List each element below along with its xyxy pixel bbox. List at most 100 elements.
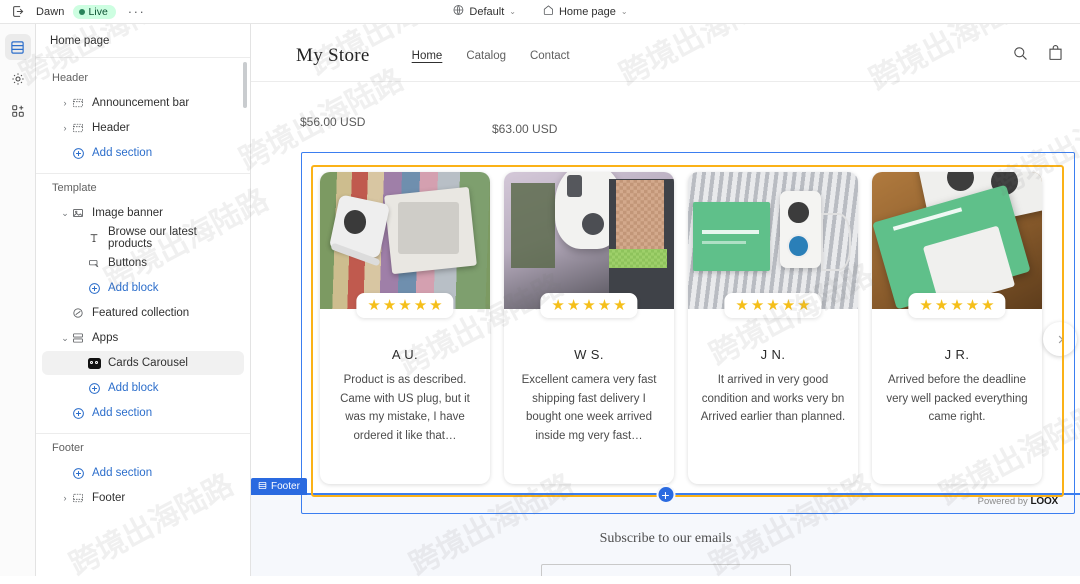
- review-author: J R.: [944, 347, 970, 362]
- sidebar-item-add-section[interactable]: Add section: [42, 141, 244, 165]
- nav-link-home[interactable]: Home: [412, 50, 443, 62]
- chevron-down-icon[interactable]: ⌄: [58, 333, 72, 344]
- plus-circle-icon: [88, 282, 108, 295]
- star-icon: ★: [398, 297, 412, 314]
- sidebar-item-label: Add block: [108, 282, 159, 294]
- review-card[interactable]: ★ ★ ★ ★ ★ A U. Product is as described. Came w…: [320, 172, 490, 484]
- chevron-right-icon[interactable]: ›: [58, 493, 72, 503]
- powered-by-loox: Powered by LOOX: [978, 496, 1059, 507]
- star-icon: ★: [950, 297, 964, 314]
- footer-section[interactable]: Footer + Subscribe to our emails Email: [251, 478, 1080, 576]
- storefront-header: My Store Home Catalog Contact: [251, 30, 1080, 82]
- chevron-down-icon: ⌄: [509, 7, 516, 16]
- product-price-strip: $56.00 USD $63.00 USD: [251, 84, 1080, 136]
- sidebar-item-label: Add section: [92, 407, 153, 419]
- carousel-next-button[interactable]: [1043, 322, 1077, 356]
- sidebar-item-label: Add section: [92, 147, 153, 159]
- sidebar-item-buttons[interactable]: Buttons: [42, 251, 244, 275]
- star-icon: ★: [551, 297, 565, 314]
- footer-badge-label: Footer: [271, 481, 300, 492]
- topbar-center-group: Default ⌄ Home page ⌄: [452, 4, 628, 19]
- topbar-left-group: Dawn Live ···: [0, 2, 149, 22]
- sidebar-item-label: Header: [92, 122, 130, 134]
- star-icon: ★: [613, 297, 627, 314]
- product-price: $56.00 USD: [300, 115, 366, 129]
- sidebar-item-footer[interactable]: › Footer: [42, 486, 244, 510]
- sidebar-group-title: Header: [52, 72, 89, 84]
- exit-icon[interactable]: [8, 2, 28, 22]
- review-rating: ★ ★ ★ ★ ★: [356, 293, 454, 318]
- locale-label: Default: [469, 5, 505, 18]
- footer-section-badge[interactable]: Footer: [251, 478, 307, 495]
- section-icon: [72, 122, 92, 134]
- sidebar-item-header[interactable]: › Header: [42, 116, 244, 140]
- locale-selector[interactable]: Default ⌄: [452, 4, 516, 19]
- button-icon: [88, 257, 108, 269]
- rail-sections-button[interactable]: [4, 34, 31, 60]
- review-card[interactable]: ★ ★ ★ ★ ★ W S. Excellent camera very fast ship…: [504, 172, 674, 484]
- nav-link-catalog[interactable]: Catalog: [466, 50, 506, 62]
- review-text: Arrived before the deadline very well pa…: [886, 374, 1028, 424]
- more-options-button[interactable]: ···: [124, 5, 150, 18]
- review-photo: [688, 172, 858, 309]
- review-text: Product is as described. Came with US pl…: [340, 374, 470, 442]
- star-icon: ★: [413, 297, 428, 314]
- sidebar-item-browse-our-latest-products[interactable]: Browse our latest products: [42, 226, 244, 250]
- live-dot-icon: [78, 8, 85, 15]
- plus-circle-icon: [72, 407, 92, 420]
- review-body: J R. Arrived before the deadline very wel…: [872, 309, 1042, 484]
- star-icon: ★: [367, 297, 381, 314]
- sidebar-item-cards-carousel[interactable]: Cards Carousel: [42, 351, 244, 375]
- sidebar-item-add-block[interactable]: Add block: [42, 376, 244, 400]
- cards-carousel: ★ ★ ★ ★ ★ A U. Product is as described. Came w…: [320, 172, 1077, 490]
- scroll-up-arrow-icon[interactable]: ▲: [241, 58, 249, 59]
- sidebar-scroll-area[interactable]: Header › Announcement bar › Header Add sectio…: [36, 58, 250, 576]
- chevron-right-icon[interactable]: ›: [58, 98, 72, 108]
- email-field[interactable]: Email: [540, 564, 791, 576]
- review-rating: ★ ★ ★ ★ ★: [908, 293, 1006, 318]
- star-icon: ★: [750, 297, 765, 314]
- chevron-right-icon[interactable]: ›: [58, 123, 72, 133]
- review-card[interactable]: ★ ★ ★ ★ ★ J N. It arrived in very good conditi…: [688, 172, 858, 484]
- review-body: J N. It arrived in very good condition an…: [688, 309, 858, 484]
- review-card[interactable]: ★ ★ ★ ★ ★ J R. Arrived before the deadline ver…: [872, 172, 1042, 484]
- rail-theme-settings-button[interactable]: [5, 66, 31, 92]
- star-icon: ★: [797, 297, 811, 314]
- status-badge: Live: [72, 4, 116, 19]
- sidebar-item-add-section[interactable]: Add section: [42, 461, 244, 485]
- star-icon: ★: [965, 297, 980, 314]
- sidebar-item-announcement-bar[interactable]: › Announcement bar: [42, 91, 244, 115]
- review-photo: [872, 172, 1042, 309]
- text-icon: [88, 232, 108, 244]
- review-body: A U. Product is as described. Came with U…: [320, 309, 490, 484]
- plus-circle-icon: [72, 467, 92, 480]
- sidebar-item-image-banner[interactable]: ⌄ Image banner: [42, 201, 244, 225]
- page-label: Home page: [558, 5, 616, 18]
- review-body: W S. Excellent camera very fast shipping …: [504, 309, 674, 484]
- review-photo: [504, 172, 674, 309]
- sidebar-item-featured-collection[interactable]: Featured collection: [42, 301, 244, 325]
- cart-icon[interactable]: [1047, 44, 1064, 67]
- sidebar-group-title: Footer: [52, 442, 84, 454]
- sidebar-item-add-section[interactable]: Add section: [42, 401, 244, 425]
- loox-app-icon: [88, 357, 108, 369]
- page-selector[interactable]: Home page ⌄: [542, 4, 628, 19]
- section-icon: [258, 481, 267, 493]
- status-badge-label: Live: [88, 5, 108, 18]
- plus-circle-icon: [72, 147, 92, 160]
- sidebar-item-add-block[interactable]: Add block: [42, 276, 244, 300]
- search-icon[interactable]: [1012, 45, 1029, 67]
- rail-apps-button[interactable]: [5, 98, 31, 124]
- home-icon: [542, 4, 554, 19]
- sidebar-item-apps[interactable]: ⌄ Apps: [42, 326, 244, 350]
- sidebar-item-label: Footer: [92, 492, 126, 504]
- sidebar-scrollbar[interactable]: [243, 62, 247, 108]
- review-author: W S.: [574, 347, 604, 362]
- nav-link-contact[interactable]: Contact: [530, 50, 570, 62]
- sections-sidebar: Home page Header › Announcement bar › Header…: [36, 24, 251, 576]
- theme-name: Dawn: [36, 5, 65, 18]
- chevron-down-icon[interactable]: ⌄: [58, 208, 72, 219]
- add-section-button[interactable]: +: [656, 485, 675, 504]
- sidebar-item-label: Apps: [92, 332, 119, 344]
- sidebar-group-title: Template: [52, 182, 97, 194]
